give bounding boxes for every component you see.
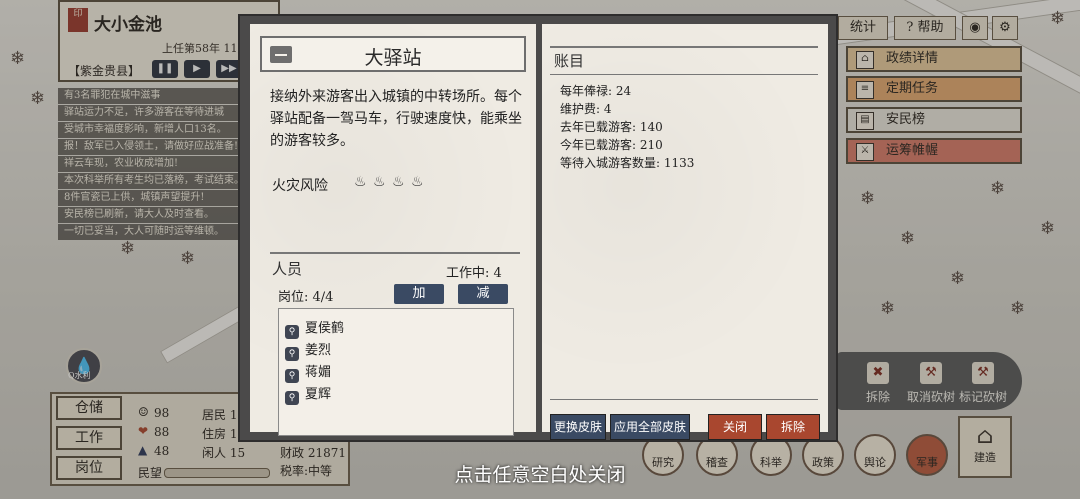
fire-risk-label: 火灾风险 (272, 178, 328, 194)
building-title: 大驿站 (364, 47, 422, 69)
flame-icon: ♨ (373, 174, 387, 190)
flame-icon: ♨ (411, 174, 425, 190)
worker-name: 夏辉 (305, 387, 332, 402)
flame-icon: ♨ (354, 174, 368, 190)
ledger-divider-bottom (550, 399, 818, 400)
remove-worker-button[interactable]: 减 (458, 284, 508, 304)
search-icon: ⚲ (285, 391, 299, 405)
ledger-divider (550, 74, 818, 75)
title-bar: 大驿站 (260, 36, 526, 72)
demolish-button[interactable]: 拆除 (766, 414, 820, 440)
working-count: 工作中: 4 (446, 266, 502, 281)
list-item[interactable]: ⚲ 姜烈 (285, 339, 331, 361)
list-item[interactable]: ⚲ 夏辉 (285, 383, 331, 405)
close-button[interactable]: 关闭 (708, 414, 762, 440)
worker-name: 夏侯鹤 (305, 321, 345, 336)
building-description: 接纳外来游客出入城镇的中转场所。每个驿站配备一驾马车，行驶速度快，能乘坐的游客较… (270, 89, 522, 149)
worker-name: 姜烈 (305, 343, 332, 358)
staff-heading: 人员 (272, 260, 303, 278)
left-page: 大驿站 接纳外来游客出入城镇的中转场所。每个驿站配备一驾马车，行驶速度快，能乘坐… (250, 24, 536, 436)
close-hint: 点击任意空白处关闭 (454, 464, 626, 486)
change-skin-button[interactable]: 更换皮肤 (550, 414, 606, 440)
worker-name: 蒋媚 (305, 365, 332, 380)
search-icon: ⚲ (285, 347, 299, 361)
flame-icon: ♨ (392, 174, 406, 190)
ledger-row: 去年已载游客: 140 (560, 120, 663, 134)
fire-risk-icons: ♨ ♨ ♨ ♨ (354, 174, 425, 190)
worker-list[interactable]: ⚲ 夏侯鹤 ⚲ 姜烈 ⚲ 蒋媚 ⚲ 夏辉 (278, 308, 514, 436)
list-item[interactable]: ⚲ 蒋媚 (285, 361, 331, 383)
ledger-heading: 账目 (554, 52, 585, 70)
search-icon: ⚲ (285, 369, 299, 383)
add-worker-button[interactable]: 加 (394, 284, 444, 304)
ledger-row: 等待入城游客数量: 1133 (560, 156, 695, 170)
ledger-divider-top (550, 46, 818, 48)
apply-all-skins-button[interactable]: 应用全部皮肤 (610, 414, 690, 440)
positions-count: 岗位: 4/4 (278, 290, 334, 305)
building-info-modal: 大驿站 接纳外来游客出入城镇的中转场所。每个驿站配备一驾马车，行驶速度快，能乘坐… (238, 14, 838, 442)
right-page: 账目 每年俸禄: 24 维护费: 4 去年已载游客: 140 今年已载游客: 2… (542, 24, 828, 440)
staff-divider (270, 252, 520, 254)
list-item[interactable]: ⚲ 夏侯鹤 (285, 317, 344, 339)
ledger-row: 维护费: 4 (560, 102, 612, 116)
search-icon: ⚲ (285, 325, 299, 339)
ledger-row: 每年俸禄: 24 (560, 84, 632, 98)
ledger-row: 今年已载游客: 210 (560, 138, 663, 152)
